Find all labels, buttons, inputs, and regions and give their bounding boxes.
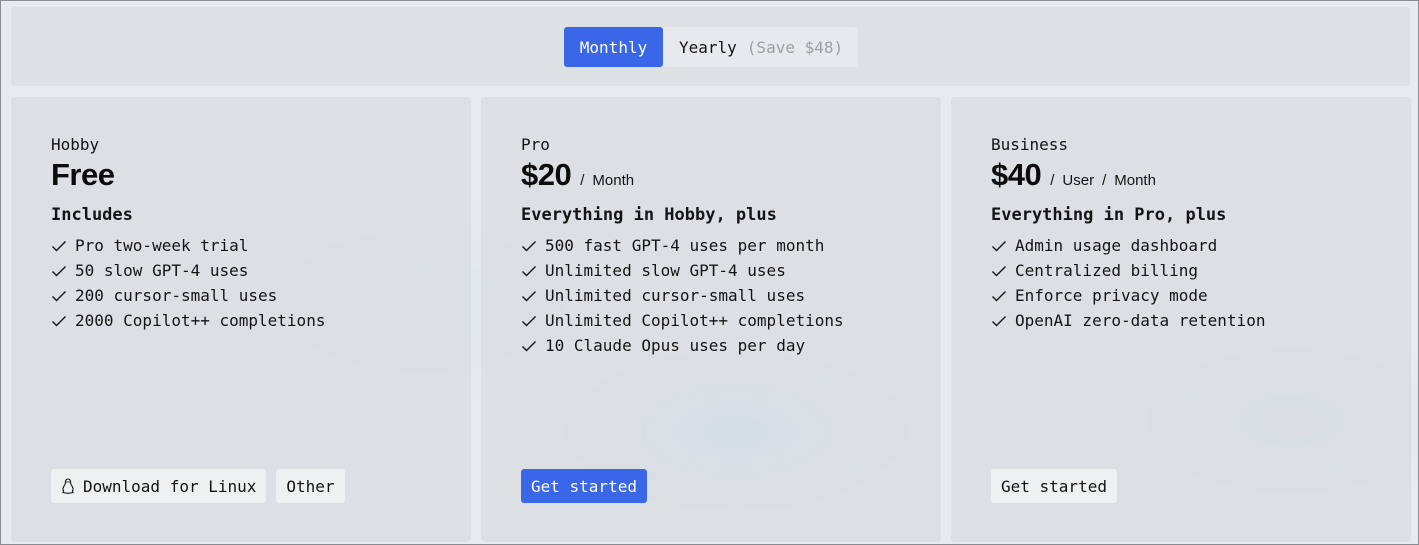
plan-price: $40: [991, 157, 1042, 192]
feature-list: 500 fast GPT-4 uses per month Unlimited …: [521, 233, 921, 358]
feature-text: Enforce privacy mode: [1015, 286, 1208, 305]
feature-text: Admin usage dashboard: [1015, 236, 1218, 255]
check-icon: [992, 265, 1006, 276]
includes-heading: Everything in Pro, plus: [991, 205, 1227, 225]
separator: /: [580, 172, 585, 189]
period-unit: Month: [592, 172, 635, 189]
feature-text: Unlimited Copilot++ completions: [545, 311, 844, 330]
check-icon: [992, 290, 1006, 301]
feature-text: 50 slow GPT-4 uses: [75, 261, 249, 280]
plan-card-hobby: Hobby Free Includes Pro two-week trial 5…: [11, 97, 471, 542]
check-icon: [992, 240, 1006, 251]
plan-price: $20: [521, 157, 572, 192]
feature-item: Unlimited Copilot++ completions: [521, 308, 921, 333]
feature-item: Unlimited cursor-small uses: [521, 283, 921, 308]
get-started-business-button[interactable]: Get started: [991, 469, 1117, 503]
price-period: / User / Month: [1050, 172, 1156, 189]
plan-card-business: Business $40 / User / Month Everything in P…: [951, 97, 1411, 542]
includes-heading: Includes: [51, 205, 133, 225]
check-icon: [52, 290, 66, 301]
period-unit: User: [1062, 172, 1095, 189]
feature-item: Enforce privacy mode: [991, 283, 1391, 308]
plan-card-pro: Pro $20 / Month Everything in Hobby, plus…: [481, 97, 941, 542]
feature-item: Unlimited slow GPT-4 uses: [521, 258, 921, 283]
feature-text: 2000 Copilot++ completions: [75, 311, 326, 330]
check-icon: [52, 265, 66, 276]
check-icon: [522, 340, 536, 351]
feature-text: 200 cursor-small uses: [75, 286, 278, 305]
check-icon: [522, 290, 536, 301]
check-icon: [992, 315, 1006, 326]
plan-price: Free: [51, 157, 115, 192]
billing-toggle: Monthly Yearly (Save $48): [564, 27, 858, 67]
price-row: Free: [51, 157, 451, 193]
other-downloads-button[interactable]: Other: [276, 469, 345, 503]
get-started-pro-button[interactable]: Get started: [521, 469, 647, 503]
download-label: Download for Linux: [83, 476, 257, 496]
feature-item: 200 cursor-small uses: [51, 283, 451, 308]
feature-text: Centralized billing: [1015, 261, 1199, 280]
check-icon: [52, 240, 66, 251]
linux-icon: [62, 478, 74, 494]
yearly-toggle-button[interactable]: Yearly (Save $48): [663, 27, 843, 67]
download-linux-button[interactable]: Download for Linux: [51, 469, 267, 503]
monthly-toggle-button[interactable]: Monthly: [564, 27, 663, 67]
check-icon: [52, 315, 66, 326]
feature-text: 500 fast GPT-4 uses per month: [545, 236, 825, 255]
feature-item: 500 fast GPT-4 uses per month: [521, 233, 921, 258]
feature-item: 10 Claude Opus uses per day: [521, 333, 921, 358]
plan-name: Business: [991, 135, 1069, 154]
feature-item: Pro two-week trial: [51, 233, 451, 258]
separator: /: [1050, 172, 1055, 189]
feature-text: Unlimited cursor-small uses: [545, 286, 806, 305]
period-unit: Month: [1114, 172, 1156, 189]
feature-text: 10 Claude Opus uses per day: [545, 336, 806, 355]
feature-list: Pro two-week trial 50 slow GPT-4 uses 20…: [51, 233, 451, 333]
separator: /: [1102, 172, 1107, 189]
price-row: $40 / User / Month: [991, 157, 1391, 193]
feature-item: 50 slow GPT-4 uses: [51, 258, 451, 283]
feature-text: OpenAI zero-data retention: [1015, 311, 1266, 330]
price-period: / Month: [580, 172, 634, 189]
feature-item: OpenAI zero-data retention: [991, 308, 1391, 333]
feature-item: Admin usage dashboard: [991, 233, 1391, 258]
plan-actions: Get started: [991, 469, 1117, 503]
feature-text: Unlimited slow GPT-4 uses: [545, 261, 786, 280]
plan-name: Pro: [521, 135, 550, 154]
feature-text: Pro two-week trial: [75, 236, 249, 255]
yearly-save-note: (Save $48): [746, 37, 844, 57]
includes-heading: Everything in Hobby, plus: [521, 205, 777, 225]
price-row: $20 / Month: [521, 157, 921, 193]
check-icon: [522, 265, 536, 276]
yearly-label: Yearly: [679, 37, 737, 57]
pricing-page: Monthly Yearly (Save $48) Hobby Free Inc…: [0, 0, 1419, 545]
feature-item: 2000 Copilot++ completions: [51, 308, 451, 333]
check-icon: [522, 240, 536, 251]
plan-name: Hobby: [51, 135, 100, 154]
check-icon: [522, 315, 536, 326]
feature-item: Centralized billing: [991, 258, 1391, 283]
plan-actions: Download for Linux Other: [51, 469, 345, 503]
feature-list: Admin usage dashboard Centralized billin…: [991, 233, 1391, 333]
plan-actions: Get started: [521, 469, 647, 503]
